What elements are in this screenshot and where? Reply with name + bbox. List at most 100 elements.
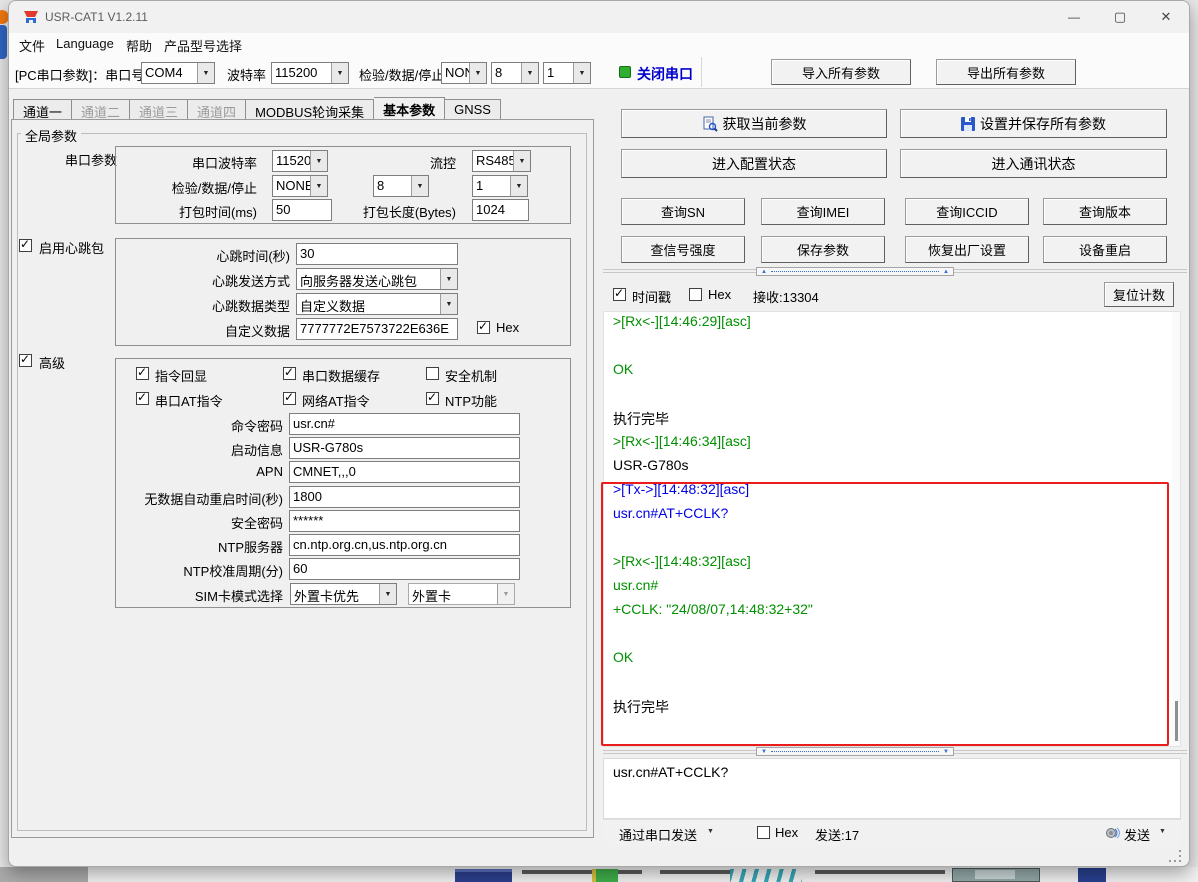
query-signal-button[interactable]: 查信号强度 <box>621 236 745 263</box>
query-version-button[interactable]: 查询版本 <box>1043 198 1167 225</box>
menu-product-model[interactable]: 产品型号选择 <box>164 36 242 55</box>
splitter-arrow-up-icon[interactable]: ▲ <box>943 269 949 275</box>
ntp-checkbox[interactable] <box>426 392 439 405</box>
serial-cache-label: 串口数据缓存 <box>302 366 380 385</box>
log-scrollbar-thumb[interactable] <box>1175 701 1178 741</box>
send-via-arrow-icon[interactable]: ▼ <box>707 828 714 835</box>
reboot-button[interactable]: 设备重启 <box>1043 236 1167 263</box>
stopbits-select[interactable]: 1 ▼ <box>543 62 591 84</box>
ntp-server-input[interactable]: cn.ntp.org.cn,us.ntp.org.cn <box>289 534 520 556</box>
tab-modbus[interactable]: MODBUS轮询采集 <box>246 99 374 120</box>
hb-type-select[interactable]: 自定义数据 ▼ <box>296 293 458 315</box>
cmd-password-input[interactable]: usr.cn# <box>289 413 520 435</box>
send-via-dropdown[interactable]: 通过串口发送 <box>619 825 697 844</box>
packtime-input[interactable]: 50 <box>272 199 332 221</box>
cmd-password-label: 命令密码 <box>71 416 283 435</box>
cmd-echo-checkbox[interactable] <box>136 367 149 380</box>
close-button[interactable]: ✕ <box>1143 1 1189 33</box>
serial-databits-select[interactable]: 8 ▼ <box>373 175 429 197</box>
send-hex-label: Hex <box>775 825 798 840</box>
boot-info-input[interactable]: USR-G780s <box>289 437 520 459</box>
factory-reset-button[interactable]: 恢复出厂设置 <box>905 236 1029 263</box>
dropdown-arrow-icon[interactable]: ▼ <box>310 151 327 171</box>
baud-select[interactable]: 115200 ▼ <box>271 62 349 84</box>
log-scrollbar[interactable] <box>1172 312 1180 746</box>
hb-time-input[interactable]: 30 <box>296 243 458 265</box>
dropdown-arrow-icon[interactable]: ▼ <box>440 269 457 289</box>
set-save-params-button[interactable]: 设置并保存所有参数 <box>900 109 1167 138</box>
log-hex-checkbox[interactable] <box>689 288 702 301</box>
import-params-button[interactable]: 导入所有参数 <box>771 59 911 85</box>
tab-channel-1[interactable]: 通道一 <box>13 99 72 120</box>
dropdown-arrow-icon[interactable]: ▼ <box>411 176 428 196</box>
dropdown-arrow-icon[interactable]: ▼ <box>310 176 327 196</box>
menu-file[interactable]: 文件 <box>19 36 45 55</box>
serial-stopbits-select[interactable]: 1 ▼ <box>472 175 528 197</box>
splitter-handle[interactable]: ▼ ▼ <box>756 747 954 756</box>
dropdown-arrow-icon[interactable]: ▼ <box>197 63 214 83</box>
enter-config-button[interactable]: 进入配置状态 <box>621 149 887 178</box>
serial-cache-checkbox[interactable] <box>283 367 296 380</box>
close-port-button[interactable]: 关闭串口 <box>637 64 693 84</box>
security-checkbox[interactable] <box>426 367 439 380</box>
sim-mode-select[interactable]: 外置卡优先 ▼ <box>290 583 397 605</box>
port-status-led-icon <box>619 66 631 78</box>
parity-select[interactable]: NONE ▼ <box>441 62 487 84</box>
serial-at-checkbox[interactable] <box>136 392 149 405</box>
net-at-checkbox[interactable] <box>283 392 296 405</box>
dropdown-arrow-icon[interactable]: ▼ <box>521 63 538 83</box>
minimize-button[interactable]: — <box>1051 1 1097 33</box>
parity-label: 检验/数据/停止 <box>359 65 444 84</box>
serial-baud-select[interactable]: 115200 ▼ <box>272 150 328 172</box>
databits-select[interactable]: 8 ▼ <box>491 62 539 84</box>
enter-comm-button[interactable]: 进入通讯状态 <box>900 149 1167 178</box>
auto-restart-input[interactable]: 1800 <box>289 486 520 508</box>
splitter-arrow-down-icon[interactable]: ▼ <box>943 749 949 755</box>
hb-custom-input[interactable]: 7777772E7573722E636E <box>296 318 458 340</box>
apn-input[interactable]: CMNET,,,0 <box>289 461 520 483</box>
ntp-period-input[interactable]: 60 <box>289 558 520 580</box>
send-button[interactable]: 发送 <box>1124 825 1150 844</box>
serial-parity-select[interactable]: NONE ▼ <box>272 175 328 197</box>
heartbeat-enable-checkbox[interactable] <box>19 239 32 252</box>
security-password-input[interactable]: ****** <box>289 510 520 532</box>
splitter-arrow-down-icon[interactable]: ▼ <box>761 749 767 755</box>
dropdown-arrow-icon[interactable]: ▼ <box>510 176 527 196</box>
query-iccid-button[interactable]: 查询ICCID <box>905 198 1029 225</box>
log-line: >[Tx->][14:48:32][asc] <box>613 481 1153 505</box>
menu-help[interactable]: 帮助 <box>126 36 152 55</box>
dropdown-arrow-icon[interactable]: ▼ <box>440 294 457 314</box>
hb-mode-select[interactable]: 向服务器发送心跳包 ▼ <box>296 268 458 290</box>
send-hex-checkbox[interactable] <box>757 826 770 839</box>
desktop-fragment <box>1078 868 1106 882</box>
tab-basic-params[interactable]: 基本参数 <box>374 97 445 120</box>
query-imei-button[interactable]: 查询IMEI <box>761 198 885 225</box>
dropdown-arrow-icon[interactable]: ▼ <box>469 63 486 83</box>
maximize-button[interactable]: ▢ <box>1097 1 1143 33</box>
com-port-select[interactable]: COM4 ▼ <box>141 62 215 84</box>
packlen-input[interactable]: 1024 <box>472 199 529 221</box>
hb-hex-checkbox[interactable] <box>477 321 490 334</box>
title-bar[interactable]: USR-CAT1 V1.2.11 — ▢ ✕ <box>9 1 1189 33</box>
export-params-button[interactable]: 导出所有参数 <box>936 59 1076 85</box>
save-params-button[interactable]: 保存参数 <box>761 236 885 263</box>
dropdown-arrow-icon[interactable]: ▼ <box>513 151 530 171</box>
flow-select[interactable]: RS485 ▼ <box>472 150 531 172</box>
reset-count-button[interactable]: 复位计数 <box>1104 282 1174 307</box>
timestamp-checkbox[interactable] <box>613 288 626 301</box>
dropdown-arrow-icon[interactable]: ▼ <box>379 584 396 604</box>
advanced-enable-checkbox[interactable] <box>19 354 32 367</box>
dropdown-arrow-icon[interactable]: ▼ <box>331 63 348 83</box>
menu-language[interactable]: Language <box>56 36 114 51</box>
resize-grip[interactable] <box>1169 850 1182 863</box>
log-line <box>613 385 1153 409</box>
get-params-button[interactable]: 获取当前参数 <box>621 109 887 138</box>
tab-gnss[interactable]: GNSS <box>445 99 501 120</box>
desktop-fragment <box>975 870 1015 879</box>
splitter-arrow-up-icon[interactable]: ▲ <box>761 269 767 275</box>
send-options-arrow-icon[interactable]: ▼ <box>1159 828 1166 835</box>
dropdown-arrow-icon[interactable]: ▼ <box>573 63 590 83</box>
splitter-handle[interactable]: ▲ ▲ <box>756 267 954 276</box>
send-input-text[interactable]: usr.cn#AT+CCLK? <box>613 764 728 780</box>
query-sn-button[interactable]: 查询SN <box>621 198 745 225</box>
